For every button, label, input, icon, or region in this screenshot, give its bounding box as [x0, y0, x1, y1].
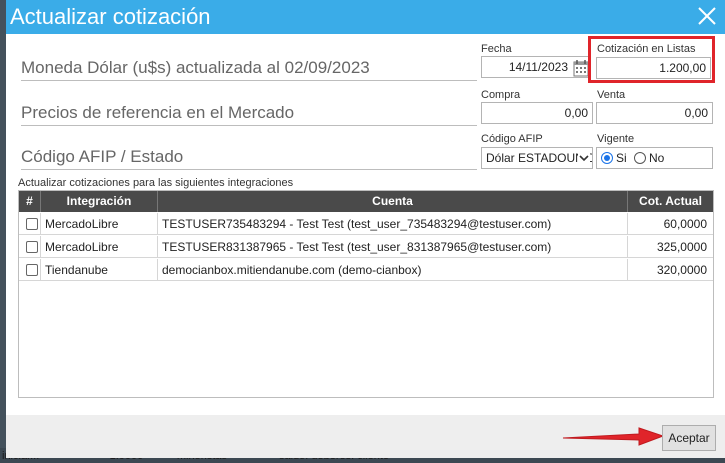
integrations-caption: Actualizar cotizaciones para las siguien… [18, 177, 294, 189]
current-radio-group: Si No [596, 147, 713, 169]
integration-cell: Tiendanube [41, 259, 158, 281]
radio-no-label: No [649, 151, 665, 165]
row-checkbox[interactable] [26, 218, 38, 230]
row-select-cell [19, 236, 41, 258]
row-select-cell [19, 259, 41, 281]
buy-field[interactable]: 0,00 [481, 102, 593, 124]
list-quote-label: Cotización en Listas [597, 43, 696, 55]
afip-code-value: Dólar ESTADOUNIDENSE [486, 151, 592, 165]
radio-si-label: Si [616, 151, 627, 165]
current-label: Vigente [597, 133, 635, 145]
current-quote-cell: 320,0000 [656, 263, 707, 277]
integration-cell: MercadoLibre [41, 236, 158, 258]
account-cell: TESTUSER831387965 - Test Test (test_user… [158, 236, 628, 258]
row-select-cell [19, 213, 41, 235]
col-header-integration: Integración [41, 191, 158, 212]
accept-button[interactable]: Aceptar [662, 425, 716, 451]
afip-code-select[interactable]: Dólar ESTADOUNIDENSE [481, 147, 593, 169]
afip-code-label: Código AFIP [481, 133, 543, 145]
row-checkbox[interactable] [26, 264, 38, 276]
dialog-title: Actualizar cotización [10, 4, 211, 29]
table-row[interactable]: MercadoLibre TESTUSER735483294 - Test Te… [19, 213, 713, 235]
afip-code-status-label: Código AFIP / Estado [21, 147, 477, 170]
col-header-index: # [19, 191, 41, 212]
sell-label: Venta [597, 89, 626, 101]
account-cell: TESTUSER735483294 - Test Test (test_user… [158, 213, 628, 235]
list-quote-field[interactable]: 1.200,00 [596, 57, 711, 79]
close-icon[interactable] [695, 4, 719, 28]
integrations-table: # Integración Cuenta Cot. Actual Mercado… [18, 190, 714, 398]
current-quote-cell: 60,0000 [663, 217, 707, 231]
chevron-down-icon [578, 152, 590, 164]
radio-no[interactable] [634, 152, 646, 164]
row-checkbox[interactable] [26, 241, 38, 253]
integration-cell: MercadoLibre [41, 213, 158, 235]
market-reference-label: Precios de referencia en el Mercado [21, 103, 477, 126]
dialog-titlebar: Actualizar cotización [6, 0, 725, 34]
sell-field[interactable]: 0,00 [596, 102, 713, 124]
table-row[interactable]: Tiendanube democianbox.mitiendanube.com … [19, 259, 713, 281]
currency-updated-label: Moneda Dólar (u$s) actualizada al 02/09/… [21, 58, 477, 81]
calendar-icon[interactable] [573, 59, 589, 77]
update-quote-dialog: Actualizar cotización Moneda Dólar (u$s)… [6, 0, 725, 458]
col-header-account: Cuenta [158, 191, 628, 212]
account-cell: democianbox.mitiendanube.com (demo-cianb… [158, 259, 628, 281]
date-label: Fecha [481, 43, 512, 55]
red-arrow-annotation [562, 427, 665, 446]
table-row[interactable]: MercadoLibre TESTUSER831387965 - Test Te… [19, 236, 713, 258]
col-header-current-quote: Cot. Actual [639, 194, 702, 208]
radio-si[interactable] [601, 152, 613, 164]
buy-label: Compra [481, 89, 521, 101]
table-header: # Integración Cuenta Cot. Actual [19, 191, 713, 212]
current-quote-cell: 325,0000 [656, 240, 707, 254]
